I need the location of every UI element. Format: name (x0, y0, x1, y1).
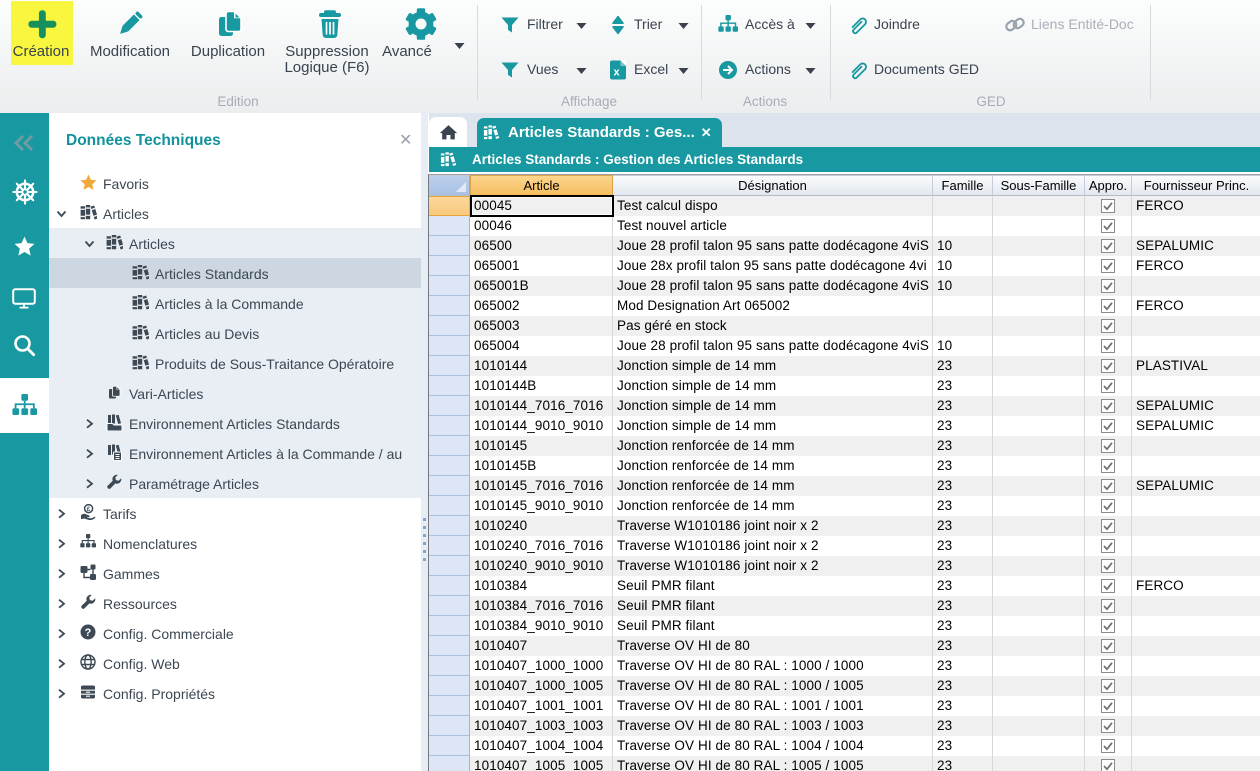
svg-text:£: £ (87, 506, 91, 513)
svg-text:?: ? (85, 627, 92, 639)
svg-text:x: x (614, 67, 621, 79)
